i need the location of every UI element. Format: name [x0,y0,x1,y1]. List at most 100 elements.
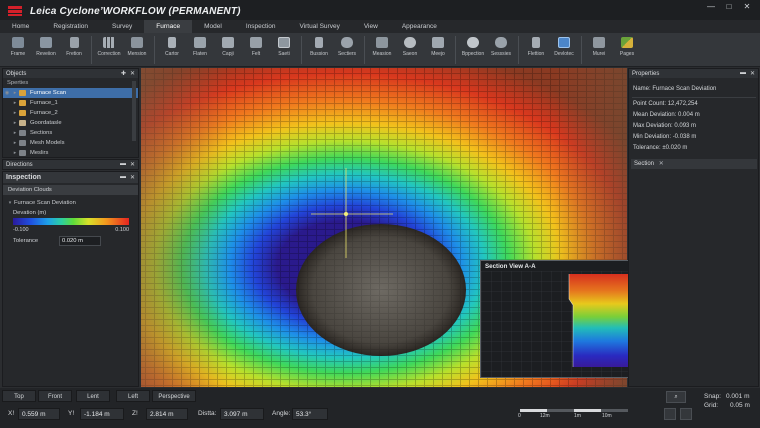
flatten-icon [194,37,206,48]
view-front-button[interactable]: Front [38,390,72,402]
ribbon-mension-button[interactable]: Mension [123,35,151,65]
ribbon-saeon-button[interactable]: Saeon [396,35,424,65]
ribbon-bussion-button[interactable]: Bussion [305,35,333,65]
objects-scrollbar[interactable] [132,81,136,141]
menu-furnace[interactable]: Furnace [144,20,193,33]
nav-right-button[interactable] [680,408,692,420]
expand-arrow-icon[interactable]: ▸ [11,90,19,96]
y-coordinate-field[interactable]: -1.184 m [80,408,124,420]
ribbon-inspection-button[interactable]: Bppection [459,35,487,65]
ribbon-deviation-button[interactable]: Devlotec [550,35,578,65]
tree-item-furnace-1[interactable]: ▸ Furnace_1 [3,98,138,108]
ribbon-meejo-button[interactable]: Meejo [424,35,452,65]
z-label: Z! [132,410,138,417]
view-top-button[interactable]: Top [2,390,36,402]
ribbon-toolbar: Frame Reveiion Fretion Correction Mensio… [0,33,760,67]
network-icon [495,37,507,48]
ribbon-fretion-button[interactable]: Fretion [60,35,88,65]
close-icon[interactable]: ✕ [130,70,135,77]
zoom-fit-button[interactable]: ⌕ [666,391,686,403]
grid-value[interactable]: 0.05 m [730,400,750,412]
ribbon-cartor-button[interactable]: Cartor [158,35,186,65]
cap-icon [222,37,234,48]
cursor-icon [168,37,176,48]
close-icon[interactable]: ✕ [130,161,135,168]
properties-panel-header: Properties ▬ ✕ [629,69,758,78]
tree-item-furnace-scan[interactable]: ◉ ▸ Furnace Scan [3,88,138,98]
tree-item-coordinates[interactable]: ▸ Goordatasle [3,118,138,128]
expand-arrow-icon[interactable]: ▸ [11,120,19,126]
pin-icon[interactable]: ✚ [121,70,126,77]
menu-model[interactable]: Model [192,20,234,33]
expand-arrow-icon[interactable]: ▸ [11,150,19,156]
ribbon-sectiers-button[interactable]: Sectiers [333,35,361,65]
ribbon-flaten-button[interactable]: Flaten [186,35,214,65]
tree-item-sections[interactable]: ▸ Sections [3,128,138,138]
ribbon-revision-button[interactable]: Reveiion [32,35,60,65]
x-coordinate-field[interactable]: 0.559 m [18,408,60,420]
tree-item-meslirs[interactable]: ▸ Meslirs [3,148,138,158]
ribbon-capji-button[interactable]: Capji [214,35,242,65]
expand-arrow-icon[interactable]: ▸ [11,140,19,146]
minimize-button[interactable]: — [702,2,720,12]
pages-icon [621,37,633,48]
section-tool-icon[interactable]: ✕ [659,161,664,167]
deviation-clouds-tab[interactable]: Deviation Clouds [3,185,138,195]
section-tab[interactable]: Section ✕ [631,159,757,169]
close-icon[interactable]: ✕ [750,70,755,77]
z-coordinate-field[interactable]: 2.814 m [146,408,188,420]
deviation-scale-labels: -0.100 0.100 [13,226,129,235]
folder-icon [19,130,26,136]
restore-icon[interactable]: ▬ [740,70,746,77]
ribbon-flettion-button[interactable]: Flettion [522,35,550,65]
ribbon-sessions-button[interactable]: Sesssies [487,35,515,65]
tree-item-furnace-2[interactable]: ▸ Furnace_2 [3,108,138,118]
properties-panel: Properties ▬ ✕ Name: Furnace Scan Deviati… [628,68,759,387]
tree-item-mesh-models[interactable]: ▸ Mesh Models [3,138,138,148]
menu-view[interactable]: View [352,20,390,33]
inspection-panel-header: Inspection ▬ ✕ [3,172,138,183]
expand-arrow-icon[interactable]: ▸ [11,100,19,106]
y-label: Y! [68,410,75,417]
menu-registration[interactable]: Registration [41,20,100,33]
folder-icon [19,120,26,126]
property-max-deviation: Max Deviation: 0.093 m [633,123,697,129]
section-view-title: Section View A-A [485,262,536,270]
expand-arrow-icon[interactable]: ▸ [11,130,19,136]
eye-icon[interactable]: ◉ [3,90,11,96]
expand-arrow-icon[interactable]: ▸ [11,110,19,116]
ribbon-murei-button[interactable]: Murei [585,35,613,65]
ribbon-measion-button[interactable]: Measion [368,35,396,65]
menu-virtual-survey[interactable]: Virtual Survey [287,20,351,33]
restore-icon[interactable]: ▬ [120,161,126,168]
menu-appearance[interactable]: Appearance [390,20,449,33]
angle-field[interactable]: 53.3° [292,408,328,420]
view-left-button[interactable]: Left [116,390,150,402]
ribbon-pages-button[interactable]: Pages [613,35,641,65]
distance-field[interactable]: 3.097 m [220,408,264,420]
menu-survey[interactable]: Survey [100,20,144,33]
menu-home[interactable]: Home [0,20,41,33]
nav-left-button[interactable] [664,408,676,420]
maximize-button[interactable]: □ [720,2,738,12]
ribbon-correction-button[interactable]: Correction [95,35,123,65]
ribbon-frame-button[interactable]: Frame [4,35,32,65]
deviation-color-scale [13,218,129,225]
collapse-arrow-icon[interactable]: ▾ [6,200,14,206]
menu-inspection[interactable]: Inspection [234,20,288,33]
view-perspective-button[interactable]: Perspective [152,390,196,402]
tolerance-input[interactable]: 0.020 m [59,236,101,246]
close-icon[interactable]: ✕ [130,174,135,181]
distance-label: Distta: [198,410,217,417]
app-window: Leica Cyclone’WORKFLOW (PERMANENT) — □ ✕… [0,0,760,428]
inspection-item[interactable]: ▾ Furnace Scan Deviation [3,198,138,208]
ribbon-saeti-button[interactable]: Saeti [270,35,298,65]
view-lent-button[interactable]: Lent [76,390,110,402]
close-button[interactable]: ✕ [738,2,756,12]
crosshair-center [344,212,348,216]
property-name-row: Name: Furnace Scan Deviation [633,86,717,92]
ribbon-felt-button[interactable]: Felt [242,35,270,65]
restore-icon[interactable]: ▬ [120,174,126,181]
scale-label: 1m [574,413,581,419]
tree-item-label: Goordatasle [30,120,62,126]
